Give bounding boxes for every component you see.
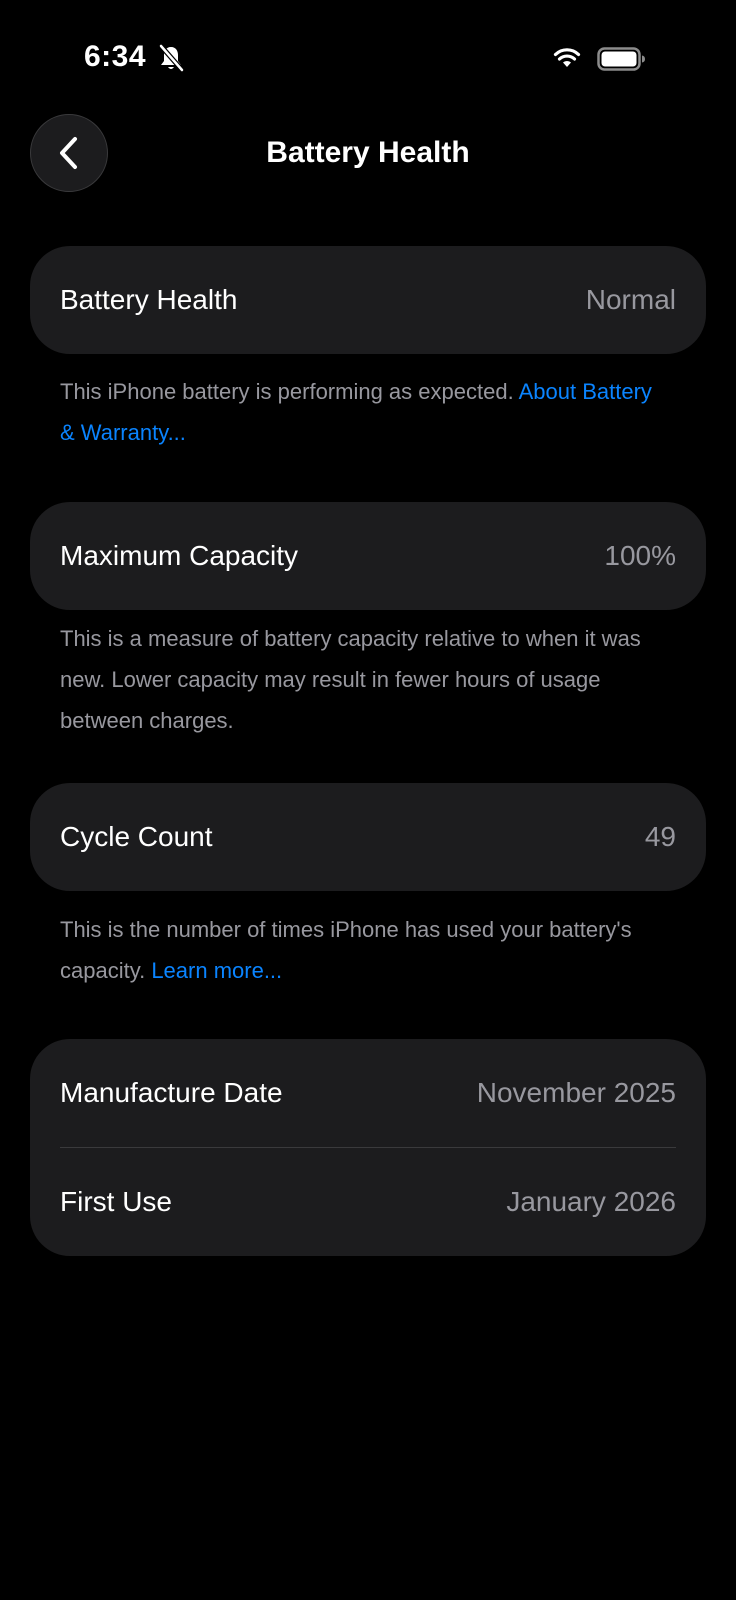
battery-health-note: This iPhone battery is performing as exp… [60,371,660,453]
status-time: 6:34 [84,40,147,73]
maximum-capacity-note-text: This is a measure of battery capacity re… [60,626,641,733]
maximum-capacity-row: Maximum Capacity 100% [30,502,706,610]
cycle-count-note: This is the number of times iPhone has u… [60,909,660,991]
battery-health-card: Battery Health Normal [30,246,706,354]
battery-health-label: Battery Health [60,284,238,315]
first-use-row: First Use January 2026 [30,1148,706,1256]
battery-health-value: Normal [585,284,676,315]
wifi-icon [553,47,581,69]
first-use-value: January 2026 [506,1186,676,1217]
cycle-count-row: Cycle Count 49 [30,783,706,891]
cycle-count-value: 49 [644,821,676,852]
cycle-count-label: Cycle Count [60,821,213,852]
status-bar: 6:34 [0,0,736,120]
cycle-count-card: Cycle Count 49 [30,783,706,891]
bell-slash-icon [158,44,184,72]
first-use-label: First Use [60,1186,172,1217]
battery-health-row: Battery Health Normal [30,246,706,354]
navigation-bar: Battery Health [0,112,736,194]
battery-health-note-text: This iPhone battery is performing as exp… [60,379,514,404]
cycle-count-note-text: This is the number of times iPhone has u… [60,917,632,983]
maximum-capacity-label: Maximum Capacity [60,540,299,571]
battery-icon [597,47,647,71]
page-title: Battery Health [266,136,470,169]
manufacture-date-label: Manufacture Date [60,1077,283,1108]
manufacture-date-row: Manufacture Date November 2025 [30,1039,706,1147]
maximum-capacity-card: Maximum Capacity 100% [30,502,706,610]
maximum-capacity-note: This is a measure of battery capacity re… [60,618,660,741]
battery-dates-card: Manufacture Date November 2025 First Use… [30,1039,706,1256]
maximum-capacity-value: 100% [604,540,676,571]
learn-more-link[interactable]: Learn more... [151,958,282,983]
manufacture-date-value: November 2025 [476,1077,676,1108]
